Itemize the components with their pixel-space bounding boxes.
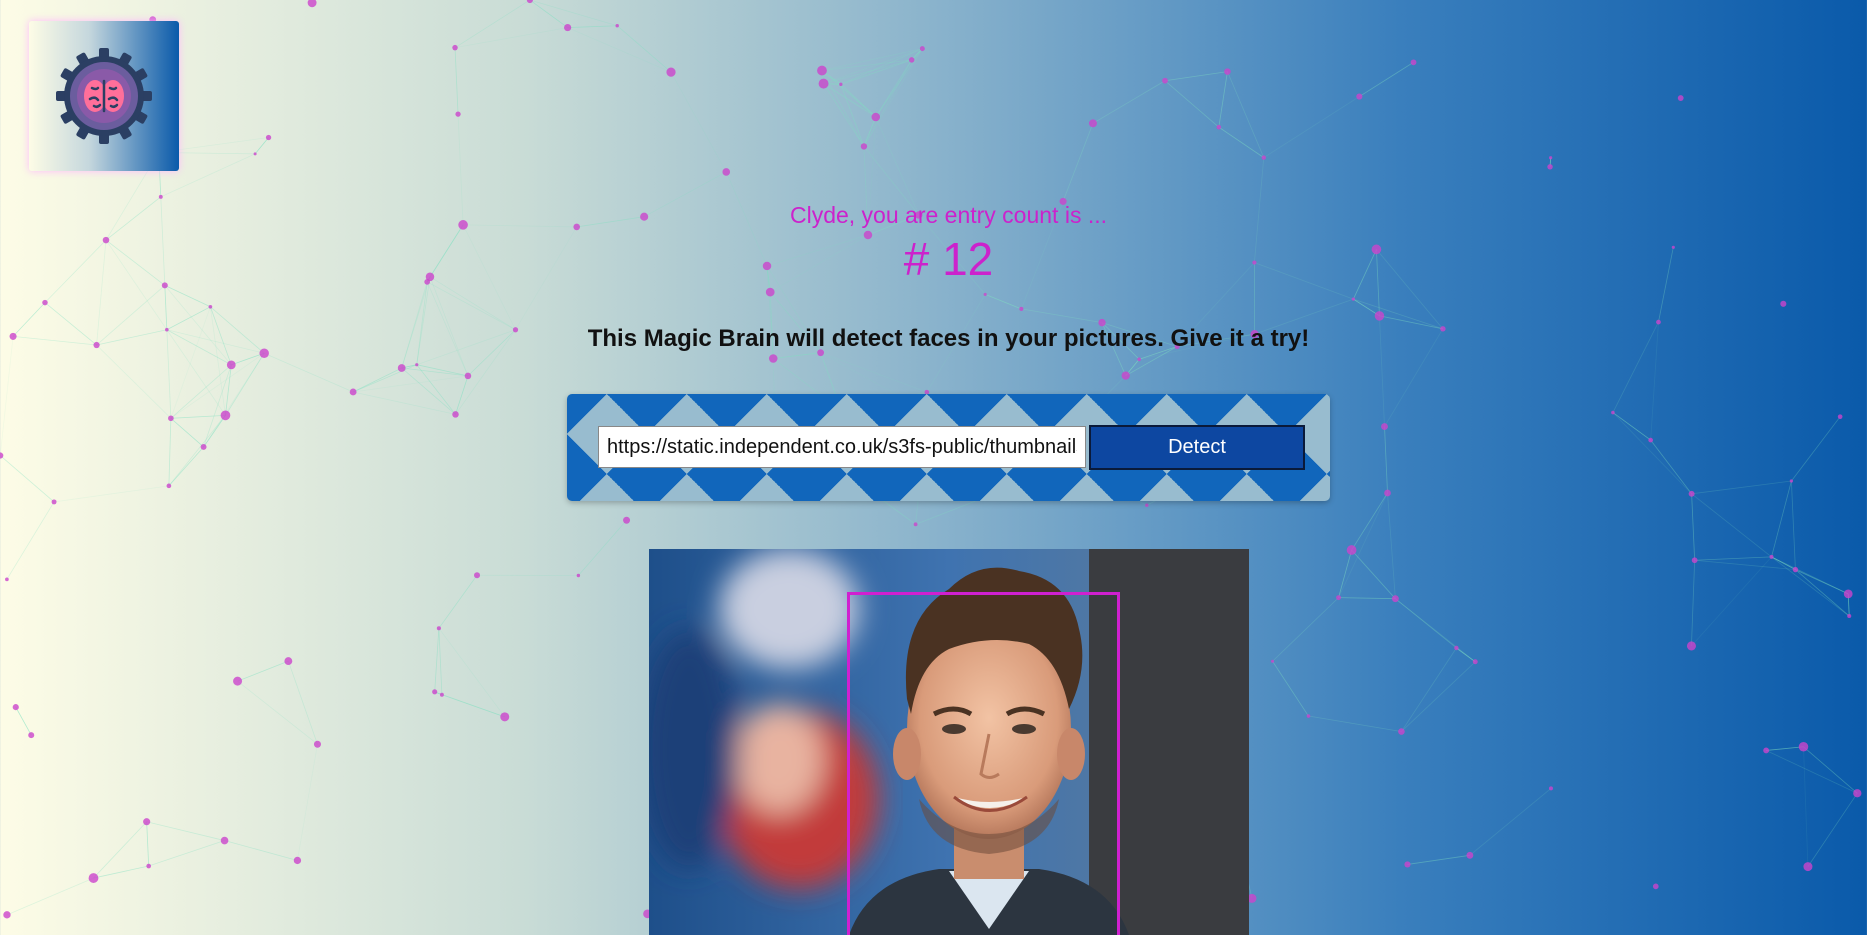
face-bounding-box bbox=[847, 592, 1120, 935]
tagline: This Magic Brain will detect faces in yo… bbox=[587, 325, 1310, 352]
detect-button[interactable]: Detect bbox=[1089, 425, 1305, 470]
brain-gear-icon bbox=[56, 48, 152, 144]
logo[interactable] bbox=[29, 21, 179, 171]
entry-count: # 12 bbox=[903, 233, 994, 285]
image-url-input[interactable] bbox=[598, 426, 1086, 468]
rank-message: Clyde, you are entry count is ... bbox=[789, 202, 1108, 228]
